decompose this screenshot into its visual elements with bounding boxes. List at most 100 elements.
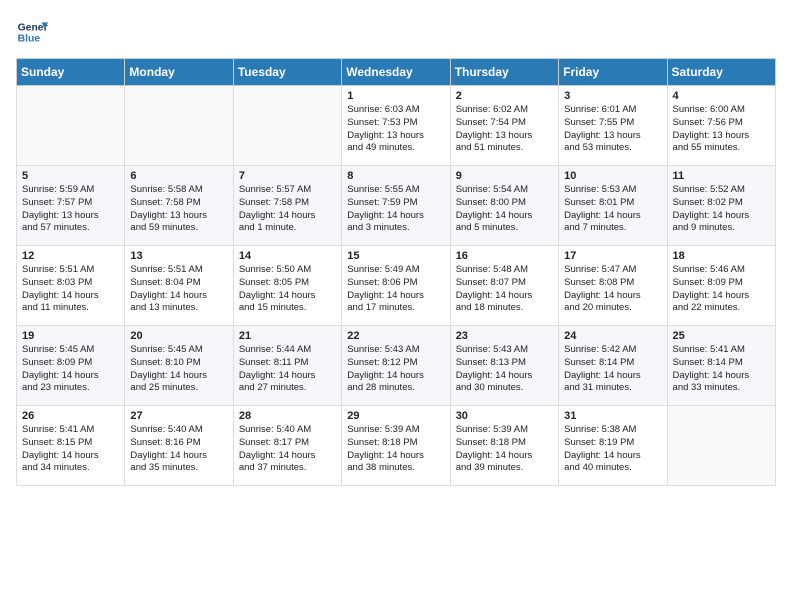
- calendar-cell: 6 Sunrise: 5:58 AMSunset: 7:58 PMDaylight…: [125, 166, 233, 246]
- calendar-cell: 11Sunrise: 5:52 AMSunset: 8:02 PMDayligh…: [667, 166, 775, 246]
- day-number: 22: [347, 330, 444, 342]
- day-info: Sunrise: 5:46 AMSunset: 8:09 PMDaylight:…: [673, 264, 770, 315]
- week-row-2: 5 Sunrise: 5:59 AMSunset: 7:57 PMDaylight…: [17, 166, 776, 246]
- day-info: Sunrise: 5:42 AMSunset: 8:14 PMDaylight:…: [564, 344, 661, 395]
- week-row-3: 12 Sunrise: 5:51 AMSunset: 8:03 PMDayligh…: [17, 246, 776, 326]
- header-day-tuesday: Tuesday: [233, 59, 341, 86]
- day-info: Sunrise: 5:50 AMSunset: 8:05 PMDaylight:…: [239, 264, 336, 315]
- day-info: Sunrise: 5:39 AMSunset: 8:18 PMDaylight:…: [456, 424, 553, 475]
- logo-icon: General Blue: [16, 16, 48, 48]
- day-info: Sunrise: 5:49 AMSunset: 8:06 PMDaylight:…: [347, 264, 444, 315]
- calendar-cell: 20 Sunrise: 5:45 AMSunset: 8:10 PMDayligh…: [125, 326, 233, 406]
- day-number: 14: [239, 250, 336, 262]
- calendar-cell: 14 Sunrise: 5:50 AMSunset: 8:05 PMDayligh…: [233, 246, 341, 326]
- calendar-cell: 24 Sunrise: 5:42 AMSunset: 8:14 PMDayligh…: [559, 326, 667, 406]
- day-number: 29: [347, 410, 444, 422]
- calendar-cell: 9Sunrise: 5:54 AMSunset: 8:00 PMDaylight…: [450, 166, 558, 246]
- calendar-cell: 28Sunrise: 5:40 AMSunset: 8:17 PMDayligh…: [233, 406, 341, 486]
- calendar-cell: 12 Sunrise: 5:51 AMSunset: 8:03 PMDayligh…: [17, 246, 125, 326]
- day-info: Sunrise: 5:55 AMSunset: 7:59 PMDaylight:…: [347, 184, 444, 235]
- calendar-cell: 25 Sunrise: 5:41 AMSunset: 8:14 PMDayligh…: [667, 326, 775, 406]
- day-number: 23: [456, 330, 553, 342]
- day-number: 21: [239, 330, 336, 342]
- header-day-sunday: Sunday: [17, 59, 125, 86]
- day-info: Sunrise: 5:43 AMSunset: 8:13 PMDaylight:…: [456, 344, 553, 395]
- calendar-cell: 27 Sunrise: 5:40 AMSunset: 8:16 PMDayligh…: [125, 406, 233, 486]
- day-info: Sunrise: 6:00 AMSunset: 7:56 PMDaylight:…: [673, 104, 770, 155]
- calendar-table: SundayMondayTuesdayWednesdayThursdayFrid…: [16, 58, 776, 486]
- calendar-cell: 18 Sunrise: 5:46 AMSunset: 8:09 PMDayligh…: [667, 246, 775, 326]
- calendar-cell: 15 Sunrise: 5:49 AMSunset: 8:06 PMDayligh…: [342, 246, 450, 326]
- calendar-cell: 4 Sunrise: 6:00 AMSunset: 7:56 PMDaylight…: [667, 86, 775, 166]
- day-info: Sunrise: 5:45 AMSunset: 8:09 PMDaylight:…: [22, 344, 119, 395]
- day-number: 15: [347, 250, 444, 262]
- day-info: Sunrise: 5:51 AMSunset: 8:04 PMDaylight:…: [130, 264, 227, 315]
- header-day-saturday: Saturday: [667, 59, 775, 86]
- calendar-cell: [17, 86, 125, 166]
- day-number: 12: [22, 250, 119, 262]
- day-number: 10: [564, 170, 661, 182]
- day-info: Sunrise: 5:41 AMSunset: 8:14 PMDaylight:…: [673, 344, 770, 395]
- day-info: Sunrise: 5:41 AMSunset: 8:15 PMDaylight:…: [22, 424, 119, 475]
- week-row-4: 19 Sunrise: 5:45 AMSunset: 8:09 PMDayligh…: [17, 326, 776, 406]
- day-number: 16: [456, 250, 553, 262]
- day-info: Sunrise: 5:51 AMSunset: 8:03 PMDaylight:…: [22, 264, 119, 315]
- calendar-cell: 1 Sunrise: 6:03 AMSunset: 7:53 PMDaylight…: [342, 86, 450, 166]
- day-info: Sunrise: 5:58 AMSunset: 7:58 PMDaylight:…: [130, 184, 227, 235]
- calendar-cell: 5 Sunrise: 5:59 AMSunset: 7:57 PMDaylight…: [17, 166, 125, 246]
- day-number: 1: [347, 90, 444, 102]
- day-number: 13: [130, 250, 227, 262]
- calendar-cell: [233, 86, 341, 166]
- header-row: SundayMondayTuesdayWednesdayThursdayFrid…: [17, 59, 776, 86]
- page-header: General Blue: [16, 16, 776, 48]
- day-info: Sunrise: 5:59 AMSunset: 7:57 PMDaylight:…: [22, 184, 119, 235]
- day-number: 30: [456, 410, 553, 422]
- svg-text:Blue: Blue: [18, 34, 41, 45]
- calendar-cell: [125, 86, 233, 166]
- day-info: Sunrise: 6:03 AMSunset: 7:53 PMDaylight:…: [347, 104, 444, 155]
- day-info: Sunrise: 5:45 AMSunset: 8:10 PMDaylight:…: [130, 344, 227, 395]
- day-number: 19: [22, 330, 119, 342]
- day-number: 6: [130, 170, 227, 182]
- week-row-1: 1 Sunrise: 6:03 AMSunset: 7:53 PMDaylight…: [17, 86, 776, 166]
- calendar-cell: 2Sunrise: 6:02 AMSunset: 7:54 PMDaylight…: [450, 86, 558, 166]
- calendar-cell: 26 Sunrise: 5:41 AMSunset: 8:15 PMDayligh…: [17, 406, 125, 486]
- day-info: Sunrise: 5:48 AMSunset: 8:07 PMDaylight:…: [456, 264, 553, 315]
- header-day-wednesday: Wednesday: [342, 59, 450, 86]
- calendar-cell: 17 Sunrise: 5:47 AMSunset: 8:08 PMDayligh…: [559, 246, 667, 326]
- header-day-friday: Friday: [559, 59, 667, 86]
- day-number: 18: [673, 250, 770, 262]
- calendar-cell: 16 Sunrise: 5:48 AMSunset: 8:07 PMDayligh…: [450, 246, 558, 326]
- day-info: Sunrise: 5:40 AMSunset: 8:16 PMDaylight:…: [130, 424, 227, 475]
- calendar-cell: 8Sunrise: 5:55 AMSunset: 7:59 PMDaylight…: [342, 166, 450, 246]
- day-info: Sunrise: 5:38 AMSunset: 8:19 PMDaylight:…: [564, 424, 661, 475]
- day-number: 9: [456, 170, 553, 182]
- header-day-monday: Monday: [125, 59, 233, 86]
- day-info: Sunrise: 6:01 AMSunset: 7:55 PMDaylight:…: [564, 104, 661, 155]
- calendar-cell: 31 Sunrise: 5:38 AMSunset: 8:19 PMDayligh…: [559, 406, 667, 486]
- day-info: Sunrise: 5:47 AMSunset: 8:08 PMDaylight:…: [564, 264, 661, 315]
- day-number: 24: [564, 330, 661, 342]
- calendar-cell: 21 Sunrise: 5:44 AMSunset: 8:11 PMDayligh…: [233, 326, 341, 406]
- calendar-cell: 7Sunrise: 5:57 AMSunset: 7:58 PMDaylight…: [233, 166, 341, 246]
- day-number: 26: [22, 410, 119, 422]
- day-number: 27: [130, 410, 227, 422]
- day-info: Sunrise: 5:53 AMSunset: 8:01 PMDaylight:…: [564, 184, 661, 235]
- day-number: 11: [673, 170, 770, 182]
- day-info: Sunrise: 6:02 AMSunset: 7:54 PMDaylight:…: [456, 104, 553, 155]
- day-info: Sunrise: 5:39 AMSunset: 8:18 PMDaylight:…: [347, 424, 444, 475]
- calendar-cell: [667, 406, 775, 486]
- calendar-cell: 19 Sunrise: 5:45 AMSunset: 8:09 PMDayligh…: [17, 326, 125, 406]
- day-number: 4: [673, 90, 770, 102]
- day-info: Sunrise: 5:44 AMSunset: 8:11 PMDaylight:…: [239, 344, 336, 395]
- day-number: 5: [22, 170, 119, 182]
- day-number: 17: [564, 250, 661, 262]
- calendar-cell: 3Sunrise: 6:01 AMSunset: 7:55 PMDaylight…: [559, 86, 667, 166]
- day-number: 25: [673, 330, 770, 342]
- day-number: 31: [564, 410, 661, 422]
- calendar-cell: 10 Sunrise: 5:53 AMSunset: 8:01 PMDayligh…: [559, 166, 667, 246]
- calendar-cell: 30 Sunrise: 5:39 AMSunset: 8:18 PMDayligh…: [450, 406, 558, 486]
- day-info: Sunrise: 5:40 AMSunset: 8:17 PMDaylight:…: [239, 424, 336, 475]
- day-info: Sunrise: 5:43 AMSunset: 8:12 PMDaylight:…: [347, 344, 444, 395]
- day-number: 20: [130, 330, 227, 342]
